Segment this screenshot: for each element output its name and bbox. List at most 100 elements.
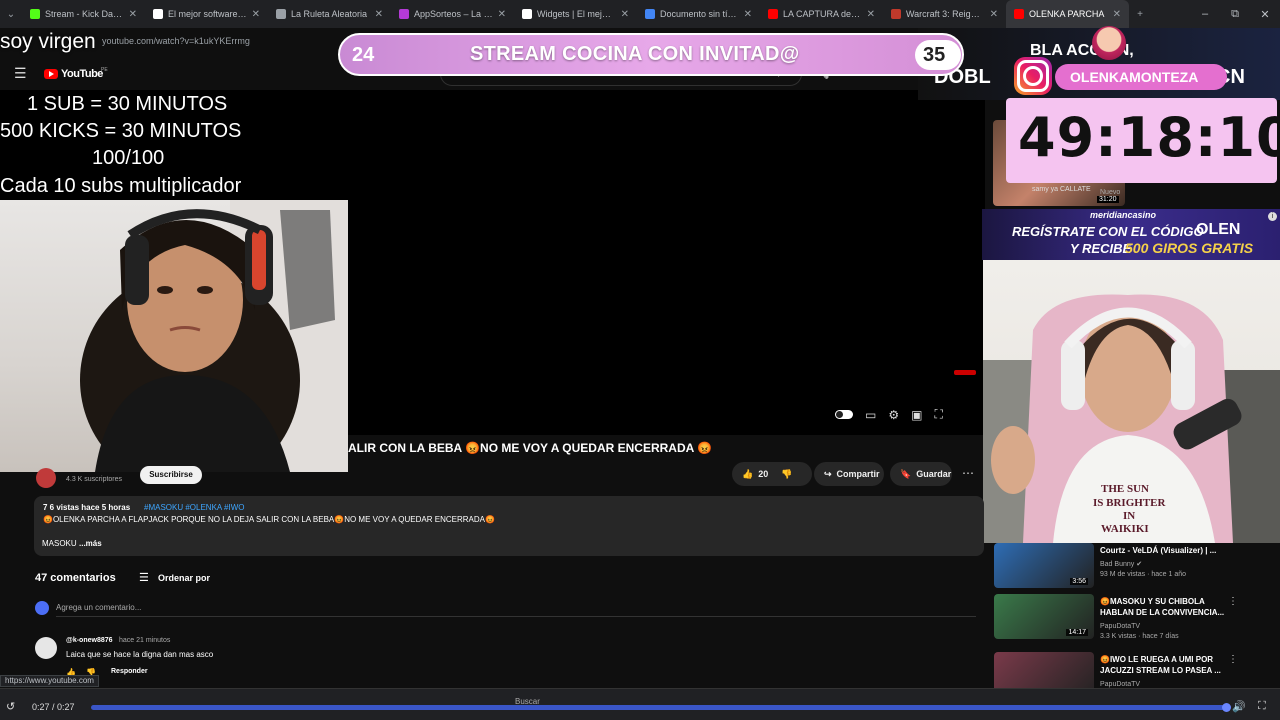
rule-1: 1 SUB = 30 MINUTOS (27, 93, 228, 115)
more-actions-button[interactable]: ⋯ (962, 466, 974, 480)
related-video-item[interactable]: 😡MASOKU Y SU CHIBOLA HABLAN DE LA CONVIV… (994, 594, 1276, 640)
tab-close-icon[interactable]: ✕ (498, 9, 506, 20)
shirt-text-3: IN (1123, 510, 1135, 522)
sort-button[interactable]: Ordenar por (158, 573, 210, 583)
show-more-link[interactable]: ...más (79, 539, 102, 548)
tab-close-icon[interactable]: ✕ (744, 9, 752, 20)
shirt-text-2: IS BRIGHTER (1093, 497, 1166, 509)
casino-line2: Y RECIBE (1070, 241, 1132, 256)
add-comment-input[interactable]: Agrega un comentario... (56, 603, 141, 612)
browser-tab[interactable]: Widgets | El mejor so ✕ (514, 0, 637, 28)
browser-tab[interactable]: Documento sin título ✕ (637, 0, 760, 28)
settings-icon[interactable]: ⚙ (888, 408, 899, 422)
casino-brand: meridiancasino (1090, 210, 1157, 220)
share-button[interactable]: ↪ Compartir (814, 462, 884, 486)
tab-label: LA CAPTURA del SH (783, 9, 862, 19)
maximize-button[interactable]: ⧉ (1220, 8, 1250, 21)
reply-button[interactable]: Responder (111, 668, 148, 675)
sort-icon[interactable]: ☰ (139, 571, 149, 584)
shirt-text-1: THE SUN (1101, 483, 1149, 495)
progress-knob[interactable] (1222, 703, 1231, 712)
tab-close-icon[interactable]: ✕ (990, 9, 998, 20)
related-duration: 3:56 (1070, 578, 1088, 585)
tab-favicon-icon (30, 9, 40, 19)
browser-tab-bar: ⌄ Stream - Kick Dashbo✕El mejor software… (0, 0, 1280, 28)
browser-tab[interactable]: La Ruleta Aleatoria ✕ (268, 0, 391, 28)
subscribe-button[interactable]: Suscribirse (140, 466, 202, 484)
tab-label: Stream - Kick Dashbo (45, 9, 124, 19)
tabs: Stream - Kick Dashbo✕El mejor software p… (22, 0, 1129, 28)
player-fullscreen-icon[interactable]: ⛶ (1258, 700, 1266, 713)
webcam-left-figure (80, 200, 348, 472)
youtube-logo-text: YouTube (61, 68, 103, 80)
instagram-icon (1014, 57, 1052, 95)
commenter-avatar[interactable] (35, 637, 57, 659)
top-caption: soy virgen (0, 30, 96, 53)
media-player-bar (0, 688, 1280, 720)
browser-tab[interactable]: LA CAPTURA del SH ✕ (760, 0, 883, 28)
tab-favicon-icon (768, 9, 778, 19)
live-indicator (954, 370, 976, 375)
tab-favicon-icon (645, 9, 655, 19)
description-tags[interactable]: #MASOKU #OLENKA #IWO (144, 503, 244, 512)
tab-close-icon[interactable]: ✕ (252, 9, 260, 20)
tab-close-icon[interactable]: ✕ (867, 9, 875, 20)
tab-close-icon[interactable]: ✕ (375, 9, 383, 20)
replay-icon[interactable]: ↺ (6, 700, 15, 713)
related-meta: 93 M de vistas · hace 1 año (1100, 571, 1186, 578)
streamer-avatar-icon (1092, 26, 1126, 60)
browser-tab[interactable]: El mejor software pa ✕ (145, 0, 268, 28)
save-button[interactable]: 🔖 Guardar (890, 462, 952, 486)
youtube-play-icon (44, 69, 58, 79)
browser-tab[interactable]: Stream - Kick Dashbo ✕ (22, 0, 145, 28)
subscriber-count: 4.3 K suscriptores (66, 476, 123, 483)
channel-avatar[interactable] (36, 468, 56, 488)
progress-bar[interactable] (91, 705, 1225, 710)
taskbar-search[interactable]: Buscar (515, 697, 540, 706)
like-button[interactable]: 👍 20 👎 (732, 462, 812, 486)
related-channel[interactable]: Bad Bunny ✔ (1100, 560, 1142, 568)
related-title[interactable]: 😡IWO LE RUEGA A UMI POR JACUZZI STREAM L… (1100, 654, 1240, 676)
tab-favicon-icon (153, 9, 163, 19)
comments-count: 47 comentarios (35, 572, 116, 584)
related-channel[interactable]: PapuDotaTV (1100, 623, 1140, 630)
autoplay-toggle[interactable] (835, 410, 853, 419)
browser-tab[interactable]: OLENKA PARCHA ✕ (1006, 0, 1129, 28)
new-tab-button[interactable]: + (1129, 0, 1151, 28)
miniplayer-icon[interactable]: ▣ (911, 408, 922, 422)
tab-label: AppSorteos – La Rule (414, 9, 493, 19)
menu-icon[interactable]: ☰ (14, 65, 27, 82)
tab-search-menu[interactable]: ⌄ (0, 0, 22, 28)
tab-favicon-icon (276, 9, 286, 19)
related-title[interactable]: Courtz - VeLDÁ (Visualizer) | ... (1100, 545, 1240, 556)
volume-icon[interactable]: 🔊 (1232, 700, 1246, 713)
fullscreen-icon[interactable]: ⛶ (934, 407, 942, 422)
related-more-icon[interactable]: ⋮ (1228, 596, 1238, 607)
info-icon[interactable]: i (1268, 212, 1277, 221)
minimize-button[interactable]: – (1190, 8, 1220, 20)
casino-line1: REGÍSTRATE CON EL CÓDIGO (1012, 224, 1204, 239)
tab-favicon-icon (1014, 9, 1024, 19)
tab-close-icon[interactable]: ✕ (129, 9, 137, 20)
subtitles-icon[interactable]: ▭ (865, 408, 876, 422)
webcam-right: THE SUN IS BRIGHTER IN WAIKIKI (983, 260, 1280, 543)
bookmark-icon: 🔖 (900, 468, 912, 479)
subathon-timer: 49:18:10 (1018, 106, 1280, 169)
related-meta: 3.3 K vistas · hace 7 días (1100, 633, 1179, 640)
related-video-item[interactable]: Courtz - VeLDÁ (Visualizer) | ... Bad Bun… (994, 543, 1276, 588)
browser-tab[interactable]: Warcraft 3: Reign of ✕ (883, 0, 1006, 28)
url-field[interactable]: youtube.com/watch?v=k1ukYKErrmg (102, 36, 250, 46)
tab-close-icon[interactable]: ✕ (1113, 9, 1121, 20)
webcam-left (0, 200, 348, 472)
related-title[interactable]: 😡MASOKU Y SU CHIBOLA HABLAN DE LA CONVIV… (1100, 596, 1240, 618)
close-window-button[interactable]: ✕ (1250, 8, 1280, 21)
related-channel[interactable]: PapuDotaTV (1100, 681, 1140, 688)
related-more-icon[interactable]: ⋮ (1228, 654, 1238, 665)
shirt-text-4: WAIKIKI (1101, 523, 1149, 535)
tab-close-icon[interactable]: ✕ (621, 9, 629, 20)
tab-label: Warcraft 3: Reign of (906, 9, 985, 19)
browser-tab[interactable]: AppSorteos – La Rule ✕ (391, 0, 514, 28)
comment-user[interactable]: @k-onew8876 (66, 637, 113, 644)
youtube-logo[interactable]: YouTube (44, 68, 103, 80)
thumbs-down-icon[interactable]: 👎 (781, 469, 792, 480)
